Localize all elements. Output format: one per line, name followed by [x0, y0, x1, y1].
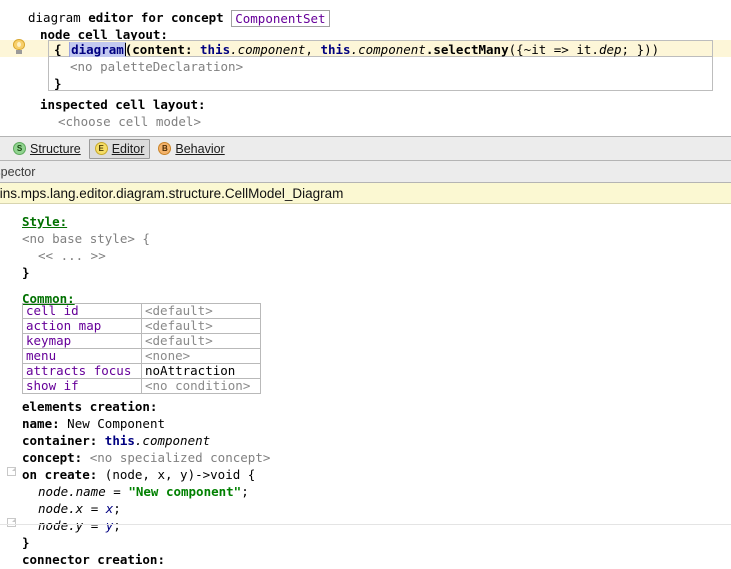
stmt-end: ;: [113, 501, 121, 516]
prop-value[interactable]: <default>: [142, 304, 261, 319]
select-many-call[interactable]: .selectMany: [426, 42, 509, 57]
stmt-property[interactable]: .y: [68, 518, 83, 533]
mps-editor-window: diagram editor for concept ComponentSet …: [0, 0, 731, 569]
table-row[interactable]: cell id <default>: [23, 304, 261, 319]
prop-value[interactable]: <default>: [142, 319, 261, 334]
code-brace-close: }: [54, 75, 62, 92]
style-close-brace: }: [22, 264, 30, 281]
component-prop-1[interactable]: .component: [230, 42, 305, 57]
table-row[interactable]: attracts focus noAttraction: [23, 364, 261, 379]
tab-behavior[interactable]: B Behavior: [152, 139, 230, 159]
inspector-panel-title: Inspector: [0, 161, 731, 183]
tab-behavior-label: Behavior: [175, 142, 224, 156]
tab-structure[interactable]: S Structure: [7, 139, 87, 159]
stmt-operator: =: [83, 518, 106, 533]
container-this-keyword: this: [105, 433, 135, 448]
stmt-operator: =: [106, 484, 129, 499]
prop-value[interactable]: noAttraction: [142, 364, 261, 379]
editor-aspect-icon: E: [95, 142, 108, 155]
choose-cell-model-placeholder[interactable]: <choose cell model>: [58, 113, 201, 130]
behavior-aspect-icon: B: [158, 142, 171, 155]
lambda-close: ; })): [622, 42, 660, 57]
style-ellipsis[interactable]: << ... >>: [38, 247, 106, 264]
elements-concept-row[interactable]: concept: <no specialized concept>: [22, 449, 270, 466]
stmt-property[interactable]: .name: [68, 484, 106, 499]
call-open: (content:: [125, 42, 200, 57]
elements-container-label: container:: [22, 433, 97, 448]
palette-declaration-placeholder[interactable]: <no paletteDeclaration>: [70, 58, 243, 75]
structure-aspect-icon: S: [13, 142, 26, 155]
inspector-body[interactable]: Style: <no base style> { << ... >> } Com…: [0, 204, 731, 569]
component-prop-2[interactable]: .component: [351, 42, 426, 57]
stmt-value[interactable]: "New component": [128, 484, 241, 499]
prop-value[interactable]: <no condition>: [142, 379, 261, 394]
tab-structure-label: Structure: [30, 142, 81, 156]
prop-key: menu: [23, 349, 142, 364]
this-keyword-1: this: [200, 42, 230, 57]
on-create-label: on create:: [22, 467, 97, 482]
diagram-cell-code-line[interactable]: { diagram(content: this.component, this.…: [54, 41, 659, 58]
elements-concept-label: concept:: [22, 450, 82, 465]
connector-creation-heading: connector creation:: [22, 551, 165, 568]
elements-concept-value[interactable]: <no specialized concept>: [90, 450, 271, 465]
on-create-signature: (node, x, y)->void {: [105, 467, 256, 482]
bottom-divider: [0, 524, 731, 525]
brace-open: {: [54, 42, 62, 57]
elements-name-value[interactable]: New Component: [67, 416, 165, 431]
prop-key: cell id: [23, 304, 142, 319]
table-row[interactable]: show if <no condition>: [23, 379, 261, 394]
this-keyword-2: this: [320, 42, 350, 57]
aspect-tab-bar: S Structure E Editor B Behavior: [0, 136, 731, 161]
stmt-receiver: node: [38, 501, 68, 516]
tab-editor-label: Editor: [112, 142, 145, 156]
concept-name-reference[interactable]: ComponentSet: [231, 10, 329, 27]
stmt-end: ;: [241, 484, 249, 499]
prop-value[interactable]: <default>: [142, 334, 261, 349]
selected-diagram-token[interactable]: diagram: [69, 42, 126, 57]
stmt-operator: =: [83, 501, 106, 516]
inspected-cell-layout-label: inspected cell layout:: [40, 96, 206, 113]
header-bold-text: editor for concept: [88, 10, 223, 25]
dep-prop[interactable]: dep: [599, 42, 622, 57]
code-fold-marker-open-icon[interactable]: [7, 467, 16, 476]
lambda-open: ({~it => it.: [509, 42, 599, 57]
stmt-property[interactable]: .x: [68, 501, 83, 516]
on-create-signature-row[interactable]: on create: (node, x, y)->void {: [22, 466, 255, 483]
intention-lightbulb-icon[interactable]: [12, 39, 26, 55]
elements-container-row[interactable]: container: this.component: [22, 432, 210, 449]
table-row[interactable]: menu <none>: [23, 349, 261, 364]
header-word-diagram: diagram: [28, 10, 81, 25]
on-create-statement[interactable]: node.x = x;: [38, 500, 121, 517]
inspector-node-path: jetbrains.mps.lang.editor.diagram.struct…: [0, 183, 731, 204]
elements-name-row[interactable]: name: New Component: [22, 415, 165, 432]
editor-pane[interactable]: diagram editor for concept ComponentSet …: [0, 0, 731, 136]
inspector-path-text: jetbrains.mps.lang.editor.diagram.struct…: [0, 186, 343, 201]
tab-editor[interactable]: E Editor: [89, 139, 151, 159]
inspector-title-text: Inspector: [0, 165, 35, 179]
on-create-statement[interactable]: node.name = "New component";: [38, 483, 249, 500]
elements-creation-heading: elements creation:: [22, 398, 157, 415]
table-row[interactable]: keymap <default>: [23, 334, 261, 349]
prop-key: action map: [23, 319, 142, 334]
concept-header-line: diagram editor for concept ComponentSet: [28, 9, 330, 26]
container-property[interactable]: .component: [135, 433, 210, 448]
arg-comma: ,: [305, 42, 320, 57]
on-create-statement[interactable]: node.y = y;: [38, 517, 121, 534]
style-base-line[interactable]: <no base style> {: [22, 230, 150, 247]
elements-name-label: name:: [22, 416, 60, 431]
code-fold-marker-close-icon[interactable]: [7, 518, 16, 527]
stmt-end: ;: [113, 518, 121, 533]
prop-value[interactable]: <none>: [142, 349, 261, 364]
table-row[interactable]: action map <default>: [23, 319, 261, 334]
prop-key: keymap: [23, 334, 142, 349]
stmt-receiver: node: [38, 484, 68, 499]
stmt-receiver: node: [38, 518, 68, 533]
on-create-close-brace: }: [22, 534, 30, 551]
common-properties-table[interactable]: cell id <default> action map <default> k…: [22, 303, 261, 394]
style-section-heading: Style:: [22, 213, 67, 230]
prop-key: attracts focus: [23, 364, 142, 379]
prop-key: show if: [23, 379, 142, 394]
